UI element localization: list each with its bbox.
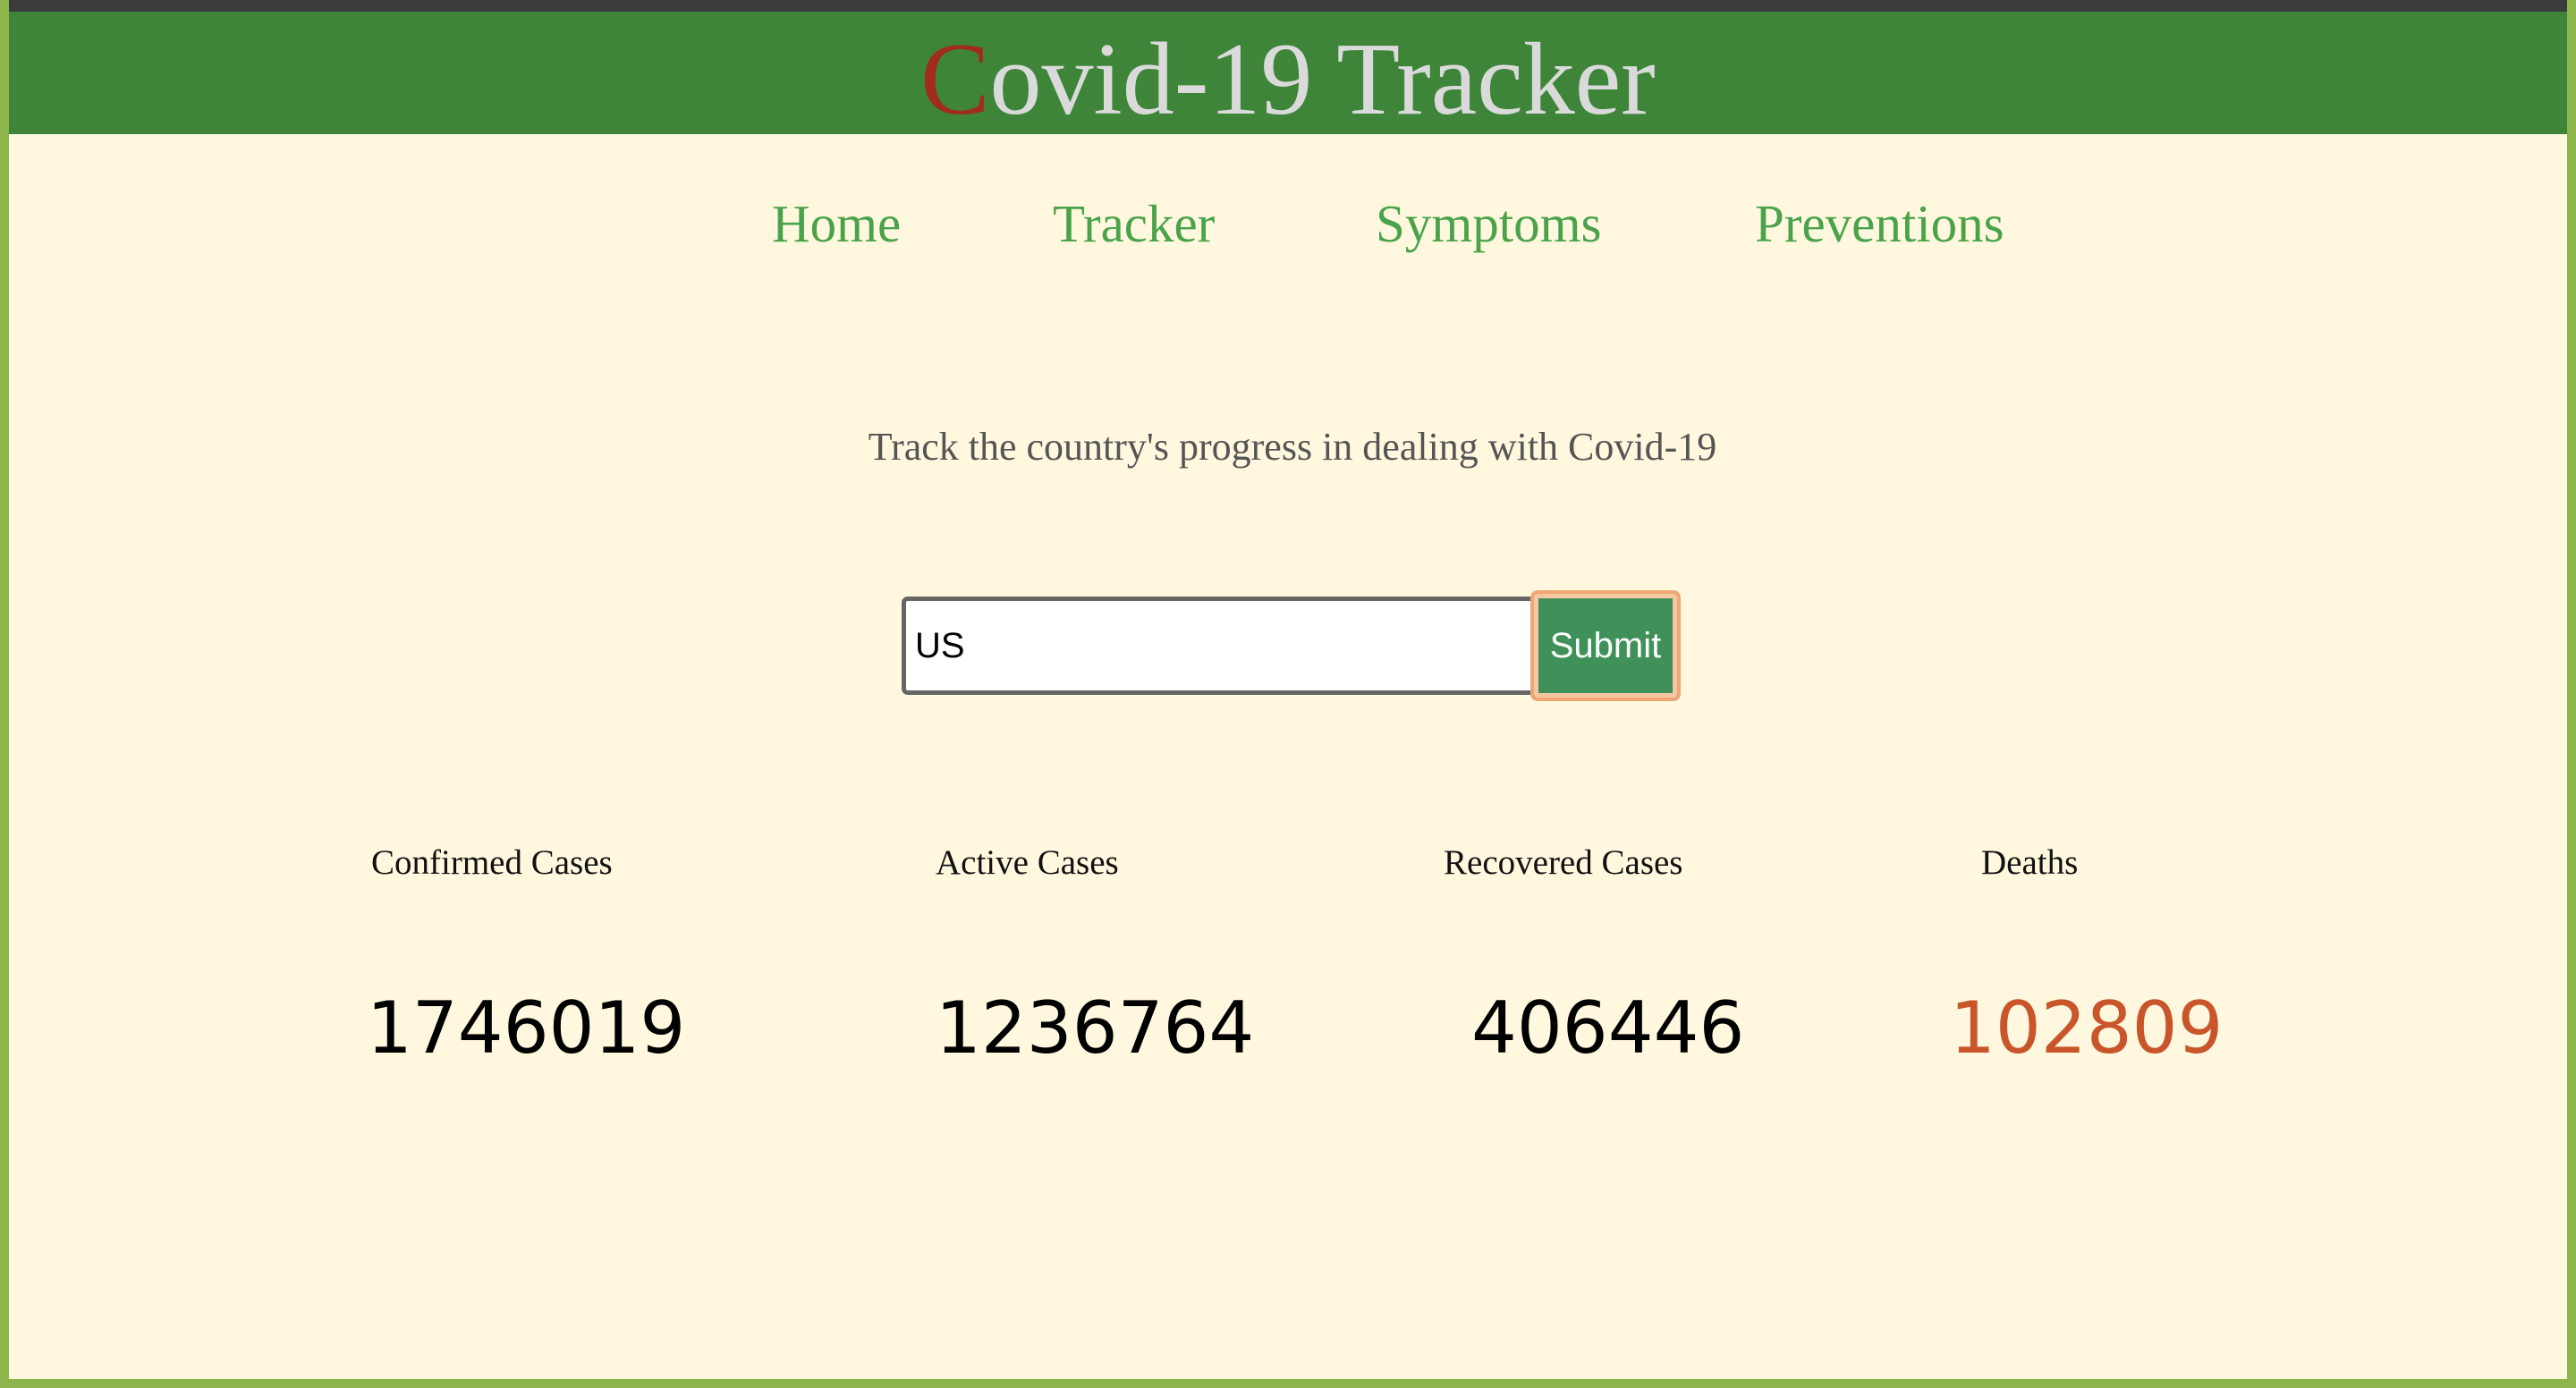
nav-link-tracker[interactable]: Tracker <box>1053 188 1215 259</box>
site-title: Covid-19 Tracker <box>920 28 1656 131</box>
stat-label-active: Active Cases <box>936 843 1119 882</box>
country-search-input[interactable] <box>902 597 1537 695</box>
site-title-first-letter: C <box>920 22 990 134</box>
site-header: Covid-19 Tracker <box>9 12 2567 134</box>
nav-link-home[interactable]: Home <box>772 188 901 259</box>
stat-value-recovered: 406446 <box>1471 986 1745 1070</box>
nav-link-preventions[interactable]: Preventions <box>1755 188 2004 259</box>
stat-value-confirmed: 1746019 <box>367 986 686 1070</box>
nav-link-symptoms[interactable]: Symptoms <box>1376 188 1601 259</box>
stat-label-recovered: Recovered Cases <box>1444 843 1683 882</box>
main-nav: Home Tracker Symptoms Preventions <box>0 188 2576 259</box>
site-title-rest: ovid-19 Tracker <box>989 22 1656 134</box>
tagline: Track the country's progress in dealing … <box>868 425 1717 469</box>
submit-button[interactable]: Submit <box>1530 590 1681 701</box>
top-strip <box>0 0 2576 12</box>
stat-value-deaths: 102809 <box>1950 986 2224 1070</box>
stat-value-active: 1236764 <box>936 986 1255 1070</box>
stat-label-deaths: Deaths <box>1981 843 2079 882</box>
stat-label-confirmed: Confirmed Cases <box>371 843 613 882</box>
